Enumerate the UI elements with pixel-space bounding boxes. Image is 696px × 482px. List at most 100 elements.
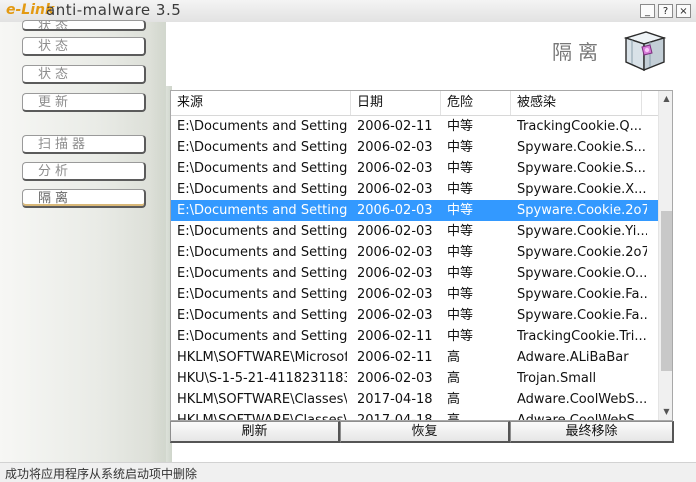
table-row[interactable]: E:\Documents and Settings\... 2006-02-03 中… — [171, 179, 658, 200]
row-source: E:\Documents and Settings\... — [177, 308, 347, 323]
row-infected: Adware.CoolWebS... — [517, 392, 647, 407]
row-date: 2006-02-03 — [357, 308, 433, 323]
row-infected: Spyware.Cookie.Fa... — [517, 308, 647, 323]
table-row[interactable]: HKLM\SOFTWARE\Classes\... 2017-04-18 高 Adwa… — [171, 389, 658, 410]
sidebar-item-quarantine[interactable]: 隔离 — [22, 189, 146, 208]
column-header-risk[interactable]: 危险 — [441, 91, 511, 115]
status-bar: 成功将应用程序从系统启动项中删除 — [0, 462, 696, 482]
row-infected: Adware.CoolWebS... — [517, 413, 647, 421]
row-risk: 中等 — [447, 203, 474, 218]
sidebar-shade — [150, 22, 172, 462]
row-risk: 中等 — [447, 161, 474, 176]
row-infected: TrackingCookie.Q... — [517, 119, 643, 134]
table-row[interactable]: E:\Documents and Settings\... 2006-02-03 中… — [171, 242, 658, 263]
row-source: HKLM\SOFTWARE\Classes\... — [177, 392, 347, 407]
row-risk: 中等 — [447, 287, 474, 302]
row-risk: 中等 — [447, 224, 474, 239]
column-header-date[interactable]: 日期 — [351, 91, 441, 115]
row-date: 2006-02-03 — [357, 182, 433, 197]
row-source: HKLM\SOFTWARE\Classes\... — [177, 413, 347, 421]
row-source: E:\Documents and Settings\... — [177, 161, 347, 176]
row-source: E:\Documents and Settings\... — [177, 224, 347, 239]
close-button[interactable]: × — [676, 4, 691, 18]
row-risk: 中等 — [447, 308, 474, 323]
table-row[interactable]: E:\Documents and Settings\... 2006-02-11 中… — [171, 326, 658, 347]
row-date: 2006-02-11 — [357, 329, 433, 344]
row-date: 2006-02-03 — [357, 140, 433, 155]
app-window: e-Link anti-malware 3.5 _ ? × 状态 状态 状态 更… — [0, 0, 696, 482]
row-risk: 高 — [447, 392, 461, 407]
row-risk: 中等 — [447, 119, 474, 134]
sidebar-item-status-2[interactable]: 状态 — [22, 65, 146, 84]
row-source: E:\Documents and Settings\... — [177, 119, 347, 134]
row-date: 2006-02-03 — [357, 266, 433, 281]
table-row[interactable]: E:\Documents and Settings\... 2006-02-03 中… — [171, 200, 658, 221]
table-row[interactable]: E:\Documents and Settings\... 2006-02-03 中… — [171, 284, 658, 305]
sidebar-item-scanner[interactable]: 扫描器 — [22, 135, 146, 154]
row-infected: Spyware.Cookie.Fa... — [517, 287, 647, 302]
final-remove-button[interactable]: 最终移除 — [510, 421, 674, 443]
row-risk: 中等 — [447, 245, 474, 260]
row-infected: Adware.ALiBaBar — [517, 350, 629, 365]
row-infected: Spyware.Cookie.S... — [517, 140, 646, 155]
scroll-down-icon[interactable]: ▼ — [659, 404, 672, 420]
row-source: HKU\S-1-5-21-4118231183-... — [177, 371, 347, 386]
row-date: 2006-02-03 — [357, 371, 433, 386]
status-text: 成功将应用程序从系统启动项中删除 — [5, 467, 198, 481]
sidebar-item-update[interactable]: 更新 — [22, 93, 146, 112]
window-title: anti-malware 3.5 — [46, 1, 182, 19]
table-row[interactable]: E:\Documents and Settings\... 2006-02-03 中… — [171, 305, 658, 326]
table-row[interactable]: HKU\S-1-5-21-4118231183-... 2006-02-03 高 Tr… — [171, 368, 658, 389]
page-title: 隔离 — [552, 40, 604, 64]
row-infected: Spyware.Cookie.X... — [517, 182, 647, 197]
row-date: 2017-04-18 — [357, 392, 433, 407]
table-row[interactable]: HKLM\SOFTWARE\Classes\... 2017-04-18 高 Adwa… — [171, 410, 658, 421]
row-risk: 中等 — [447, 329, 474, 344]
table-row[interactable]: E:\Documents and Settings\... 2006-02-11 中… — [171, 116, 658, 137]
quarantine-box-icon — [623, 31, 667, 72]
row-date: 2006-02-03 — [357, 161, 433, 176]
row-infected: Trojan.Small — [517, 371, 597, 386]
sidebar-item-status-clipped[interactable]: 状态 — [22, 20, 146, 31]
content-header — [166, 22, 696, 86]
row-date: 2006-02-11 — [357, 350, 433, 365]
row-date: 2006-02-03 — [357, 203, 433, 218]
refresh-button[interactable]: 刷新 — [170, 421, 340, 443]
restore-button[interactable]: 恢复 — [340, 421, 510, 443]
row-infected: Spyware.Cookie.Yi... — [517, 224, 647, 239]
minimize-button[interactable]: _ — [640, 4, 655, 18]
row-infected: Spyware.Cookie.O... — [517, 266, 647, 281]
column-header-source[interactable]: 来源 — [171, 91, 351, 115]
row-source: E:\Documents and Settings\... — [177, 329, 347, 344]
row-date: 2017-04-18 — [357, 413, 433, 421]
quarantine-table[interactable]: 来源 日期 危险 被感染 E:\Documents and Settings\.… — [170, 90, 673, 421]
table-row[interactable]: E:\Documents and Settings\... 2006-02-03 中… — [171, 137, 658, 158]
sidebar-item-status[interactable]: 状态 — [22, 37, 146, 56]
row-source: E:\Documents and Settings\... — [177, 245, 347, 260]
title-bar[interactable]: e-Link anti-malware 3.5 _ ? × — [0, 0, 696, 22]
row-source: E:\Documents and Settings\... — [177, 203, 347, 218]
row-date: 2006-02-03 — [357, 224, 433, 239]
row-risk: 中等 — [447, 182, 474, 197]
row-risk: 高 — [447, 371, 461, 386]
scroll-up-icon[interactable]: ▲ — [659, 91, 672, 107]
sidebar — [0, 22, 166, 462]
table-row[interactable]: E:\Documents and Settings\... 2006-02-03 中… — [171, 221, 658, 242]
table-body: E:\Documents and Settings\... 2006-02-11 中… — [171, 116, 658, 421]
row-source: E:\Documents and Settings\... — [177, 140, 347, 155]
row-date: 2006-02-11 — [357, 119, 433, 134]
row-risk: 高 — [447, 350, 461, 365]
table-row[interactable]: HKLM\SOFTWARE\Microsof... 2006-02-11 高 Adwa… — [171, 347, 658, 368]
row-infected: TrackingCookie.Tri... — [517, 329, 647, 344]
help-button[interactable]: ? — [658, 4, 673, 18]
column-header-infected[interactable]: 被感染 — [511, 91, 642, 115]
row-source: HKLM\SOFTWARE\Microsof... — [177, 350, 347, 365]
table-row[interactable]: E:\Documents and Settings\... 2006-02-03 中… — [171, 263, 658, 284]
scrollbar-thumb[interactable] — [661, 211, 672, 371]
vertical-scrollbar[interactable]: ▲ ▼ — [658, 91, 672, 420]
row-date: 2006-02-03 — [357, 287, 433, 302]
row-infected: Spyware.Cookie.2o7 — [517, 245, 647, 260]
row-risk: 高 — [447, 413, 461, 421]
table-row[interactable]: E:\Documents and Settings\... 2006-02-03 中… — [171, 158, 658, 179]
sidebar-item-analysis[interactable]: 分析 — [22, 162, 146, 181]
